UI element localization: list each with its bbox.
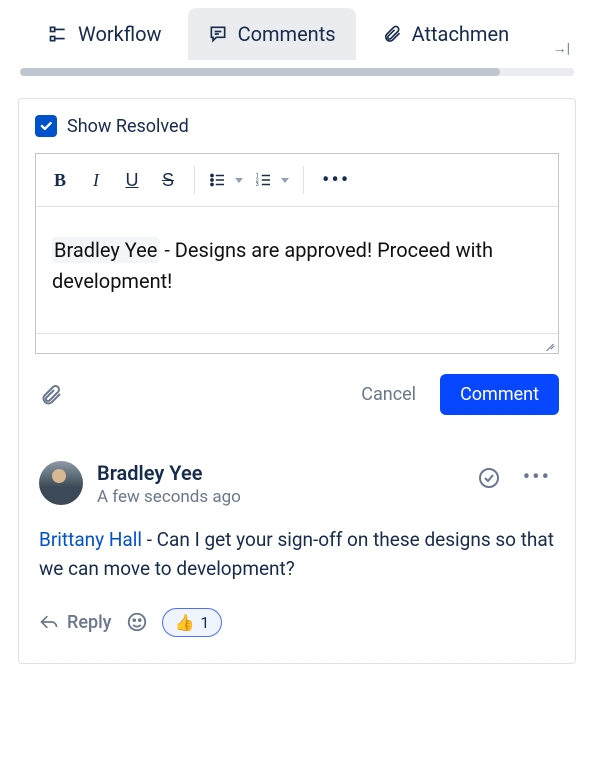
reaction-thumbsup[interactable]: 👍 1 <box>162 608 223 637</box>
cancel-button[interactable]: Cancel <box>349 376 428 413</box>
check-circle-icon <box>477 466 501 490</box>
tab-workflow-label: Workflow <box>78 22 162 46</box>
chevron-down-icon <box>281 178 289 183</box>
reply-button[interactable]: Reply <box>39 612 112 633</box>
comment-timestamp: A few seconds ago <box>97 487 459 507</box>
tab-attachments[interactable]: Attachmen <box>362 8 530 60</box>
paperclip-icon <box>39 383 63 407</box>
paperclip-icon <box>382 24 402 44</box>
resize-handle[interactable] <box>542 337 556 351</box>
comment-mention[interactable]: Brittany Hall <box>39 528 142 551</box>
bullet-list-button[interactable] <box>205 171 247 189</box>
attach-file-button[interactable] <box>35 379 67 411</box>
workflow-icon <box>48 24 68 44</box>
italic-button[interactable]: I <box>80 164 112 196</box>
tab-comments[interactable]: Comments <box>188 8 356 60</box>
scroll-right-indicator: →| <box>553 40 570 57</box>
comment-submit-button[interactable]: Comment <box>440 374 559 415</box>
tab-workflow[interactable]: Workflow <box>28 8 182 60</box>
comment-author: Bradley Yee <box>97 461 459 485</box>
avatar[interactable] <box>39 461 83 505</box>
reply-label: Reply <box>67 612 112 633</box>
tab-attachments-label: Attachmen <box>412 22 510 46</box>
more-formatting-button[interactable]: ••• <box>314 168 358 193</box>
chevron-down-icon <box>235 178 243 183</box>
ordered-list-button[interactable]: 123 <box>251 171 293 189</box>
comment-body: Brittany Hall - Can I get your sign-off … <box>39 525 555 584</box>
comment-more-button[interactable]: ••• <box>519 461 555 494</box>
format-toolbar: B I U S 123 ••• <box>36 154 558 207</box>
comment-editor: B I U S 123 ••• Bradley Yee - Designs ar… <box>35 153 559 354</box>
show-resolved-checkbox[interactable] <box>35 115 57 137</box>
bold-button[interactable]: B <box>44 164 76 196</box>
comment-footer: Reply 👍 1 <box>39 608 555 637</box>
check-icon <box>39 119 53 133</box>
reaction-emoji: 👍 <box>175 613 195 632</box>
comment-textarea[interactable]: Bradley Yee - Designs are approved! Proc… <box>36 207 558 333</box>
toolbar-separator <box>303 166 304 194</box>
add-reaction-button[interactable] <box>126 611 148 633</box>
editor-actions: Cancel Comment <box>35 374 559 415</box>
editor-footer <box>36 333 558 353</box>
smile-icon <box>126 611 148 633</box>
comment-thread: Bradley Yee A few seconds ago ••• Britta… <box>35 461 559 637</box>
tabs-scrollbar-thumb[interactable] <box>20 68 500 76</box>
comments-panel: Show Resolved B I U S 123 ••• Bradley Ye… <box>18 98 576 664</box>
show-resolved-toggle[interactable]: Show Resolved <box>35 115 189 137</box>
editor-mention: Bradley Yee <box>52 237 159 263</box>
tabs-scrollbar-track[interactable] <box>20 68 574 76</box>
toolbar-separator <box>194 166 195 194</box>
bullet-list-icon <box>209 171 227 189</box>
comment-icon <box>208 24 228 44</box>
tabs-bar: Workflow Comments Attachmen <box>0 0 594 60</box>
comment-header: Bradley Yee A few seconds ago ••• <box>39 461 555 507</box>
tab-comments-label: Comments <box>238 22 336 46</box>
strikethrough-button[interactable]: S <box>152 164 184 196</box>
svg-text:3: 3 <box>256 182 259 188</box>
underline-button[interactable]: U <box>116 164 148 196</box>
ordered-list-icon: 123 <box>255 171 273 189</box>
resolve-comment-button[interactable] <box>473 462 505 494</box>
show-resolved-label: Show Resolved <box>67 116 189 137</box>
reply-icon <box>39 612 59 632</box>
reaction-count: 1 <box>200 613 209 632</box>
